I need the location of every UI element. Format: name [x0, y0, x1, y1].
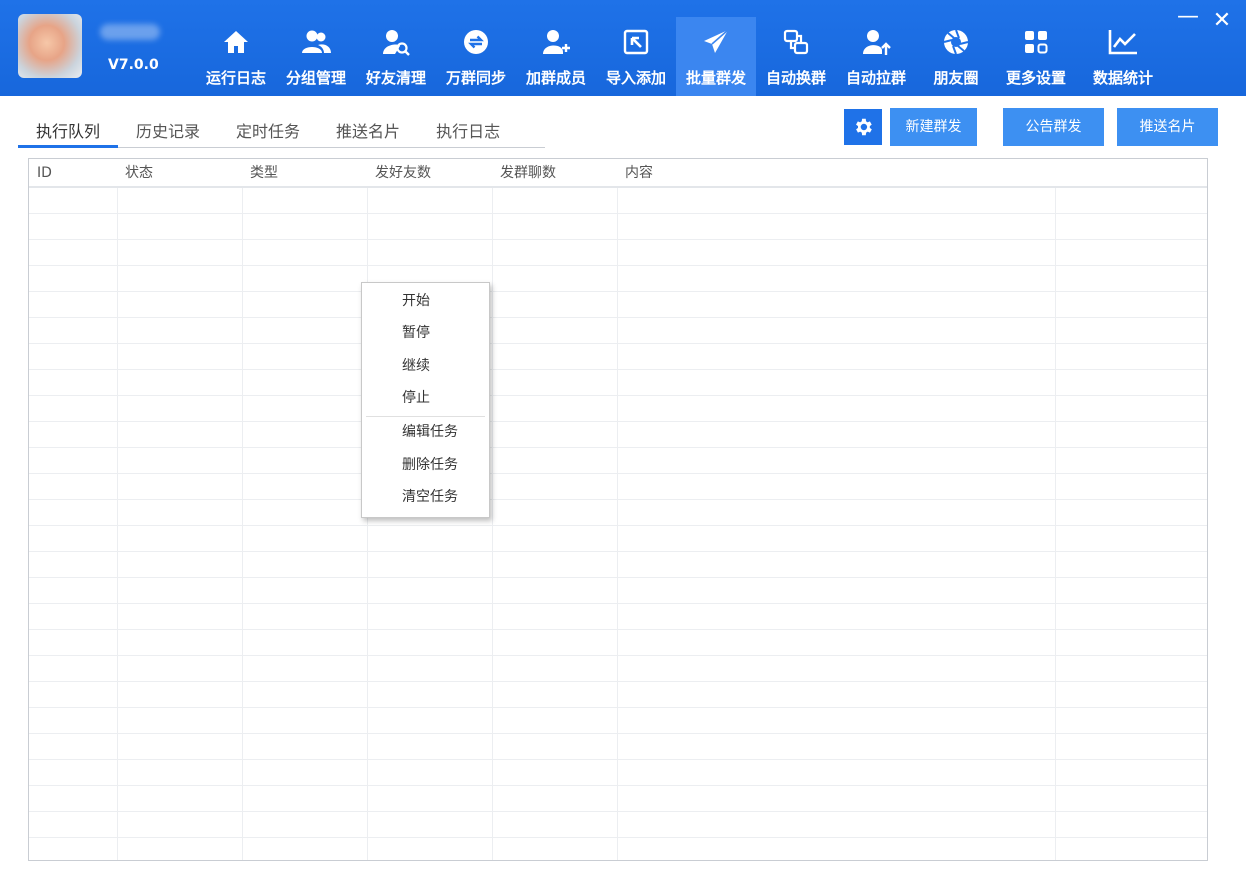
new-broadcast-button[interactable]: 新建群发	[890, 108, 977, 146]
tab-scheduled-tasks[interactable]: 定时任务	[218, 118, 318, 148]
nav-run-log[interactable]: 运行日志	[196, 17, 276, 96]
nav-group-sync[interactable]: 万群同步	[436, 17, 516, 96]
version-label: V7.0.0	[108, 57, 159, 73]
task-queue-table: ID 状态 类型 发好友数 发群聊数 内容	[28, 158, 1208, 861]
push-card-button[interactable]: 推送名片	[1117, 108, 1218, 146]
menu-item-clear-tasks[interactable]: 清空任务	[362, 482, 489, 512]
nav-label: 朋友圈	[933, 69, 979, 87]
home-icon	[196, 27, 276, 57]
avatar[interactable]	[18, 14, 82, 78]
menu-item-edit-task[interactable]: 编辑任务	[362, 417, 489, 447]
user-search-icon	[356, 27, 436, 57]
aperture-icon	[916, 27, 996, 57]
column-header-friend-count[interactable]: 发好友数	[367, 159, 431, 188]
nav-label: 数据统计	[1092, 69, 1153, 87]
top-bar: V7.0.0 运行日志 分组管理 好友清理 万群同步 加群成员 导入添加 批量群…	[0, 0, 1246, 96]
table-rows	[29, 188, 1207, 860]
send-icon	[676, 27, 756, 57]
nav-group-manage[interactable]: 分组管理	[276, 17, 356, 96]
table-header: ID 状态 类型 发好友数 发群聊数 内容	[29, 159, 1207, 188]
line-chart-icon	[1076, 27, 1170, 57]
users-icon	[276, 27, 356, 57]
nav-import-add[interactable]: 导入添加	[596, 17, 676, 96]
context-menu: 开始 暂停 继续 停止 编辑任务 删除任务 清空任务	[361, 282, 490, 518]
menu-item-stop[interactable]: 停止	[362, 383, 489, 413]
minimize-button[interactable]: —	[1176, 4, 1200, 29]
username-blurred	[100, 24, 160, 40]
main-nav: 运行日志 分组管理 好友清理 万群同步 加群成员 导入添加 批量群发 自动换群 …	[196, 17, 1170, 96]
column-divider	[117, 188, 118, 860]
nav-label: 自动拉群	[845, 69, 906, 87]
tab-push-card[interactable]: 推送名片	[318, 118, 418, 148]
column-header-id[interactable]: ID	[29, 159, 52, 188]
grid-icon	[996, 27, 1076, 57]
menu-item-start[interactable]: 开始	[362, 286, 489, 316]
menu-item-delete-task[interactable]: 删除任务	[362, 450, 489, 480]
menu-item-pause[interactable]: 暂停	[362, 318, 489, 348]
nav-label: 分组管理	[285, 69, 346, 87]
column-header-status[interactable]: 状态	[117, 159, 153, 188]
import-icon	[596, 27, 676, 57]
nav-label: 导入添加	[605, 69, 666, 87]
tab-history[interactable]: 历史记录	[118, 118, 218, 148]
nav-label: 自动换群	[765, 69, 826, 87]
nav-auto-switch-group[interactable]: 自动换群	[756, 17, 836, 96]
nav-add-group-members[interactable]: 加群成员	[516, 17, 596, 96]
nav-more-settings[interactable]: 更多设置	[996, 17, 1076, 96]
nav-data-stats[interactable]: 数据统计	[1076, 17, 1170, 96]
column-divider	[242, 188, 243, 860]
nav-label: 好友清理	[365, 69, 426, 87]
nav-label: 万群同步	[445, 69, 506, 87]
settings-button[interactable]	[844, 109, 882, 145]
column-divider	[1055, 188, 1056, 860]
close-button[interactable]: ✕	[1210, 8, 1234, 33]
tab-execution-log[interactable]: 执行日志	[418, 118, 518, 148]
nav-label: 批量群发	[685, 69, 746, 87]
nav-friend-clean[interactable]: 好友清理	[356, 17, 436, 96]
notice-broadcast-button[interactable]: 公告群发	[1003, 108, 1104, 146]
nav-label: 更多设置	[1005, 69, 1066, 87]
column-header-type[interactable]: 类型	[242, 159, 278, 188]
user-up-icon	[836, 27, 916, 57]
tab-execution-queue[interactable]: 执行队列	[18, 118, 119, 148]
nav-batch-send[interactable]: 批量群发	[676, 17, 756, 96]
nav-label: 加群成员	[525, 69, 586, 87]
nav-auto-pull-group[interactable]: 自动拉群	[836, 17, 916, 96]
sync-icon	[436, 27, 516, 57]
user-add-icon	[516, 27, 596, 57]
column-divider	[492, 188, 493, 860]
column-header-group-count[interactable]: 发群聊数	[492, 159, 556, 188]
switch-icon	[756, 27, 836, 57]
menu-item-resume[interactable]: 继续	[362, 351, 489, 381]
column-header-content[interactable]: 内容	[617, 159, 653, 188]
sub-tabs: 执行队列 历史记录 定时任务 推送名片 执行日志	[18, 118, 545, 148]
nav-label: 运行日志	[205, 69, 266, 87]
gear-icon	[856, 118, 872, 136]
column-divider	[617, 188, 618, 860]
nav-moments[interactable]: 朋友圈	[916, 17, 996, 96]
